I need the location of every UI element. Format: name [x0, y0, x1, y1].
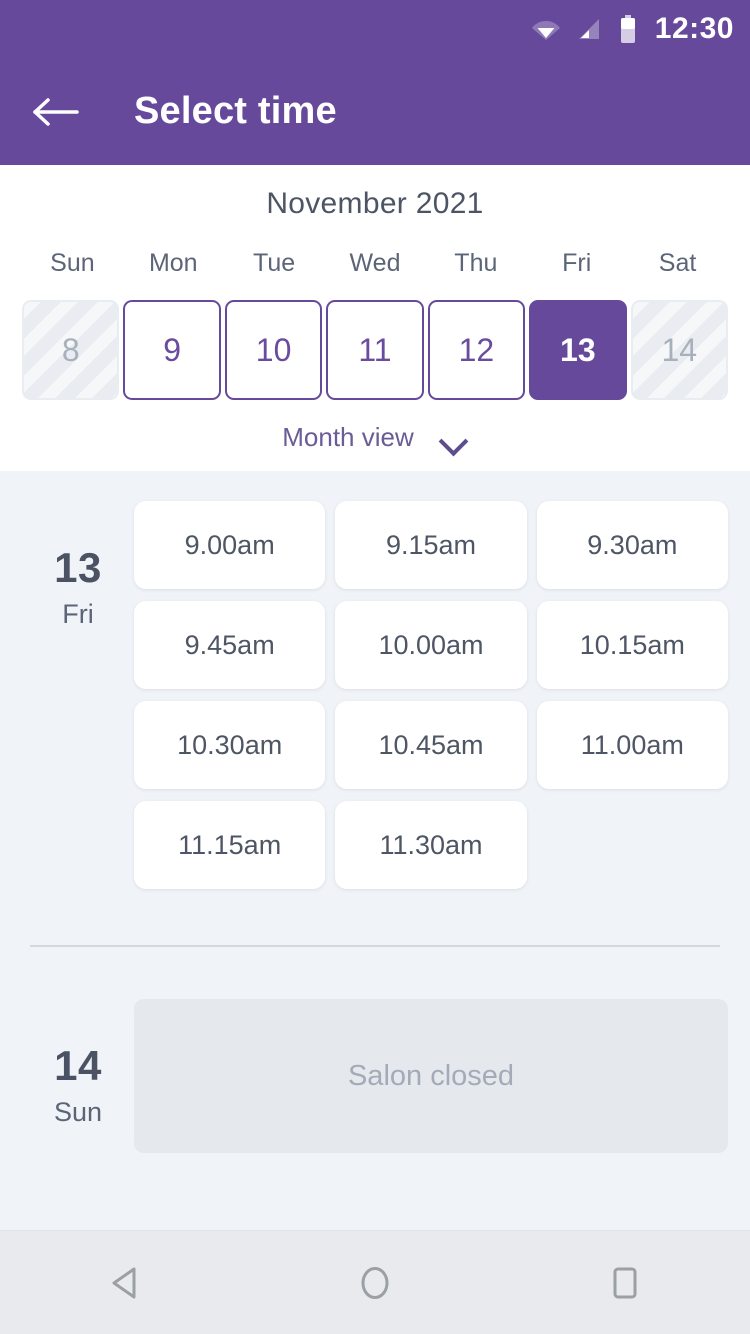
calendar-month-label: November 2021 — [266, 187, 484, 220]
app-bar: Select time — [0, 58, 750, 165]
section-divider — [30, 945, 720, 947]
weekday-label: Fri — [562, 249, 592, 277]
day-of-week: Fri — [62, 599, 94, 629]
nav-recents-square-icon[interactable] — [585, 1253, 665, 1313]
back-arrow-icon[interactable] — [30, 86, 82, 138]
day-section-14: 14 Sun Salon closed — [0, 999, 750, 1153]
month-view-label: Month view — [282, 422, 414, 452]
time-slot[interactable]: 9.00am — [134, 501, 326, 589]
salon-closed-panel: Salon closed — [134, 999, 728, 1153]
calendar-day-cell-selected[interactable]: 13 — [529, 300, 627, 400]
phone-screen: 12:30 Select time November 2021 Sun Mon … — [0, 0, 750, 1334]
time-slot[interactable]: 11.00am — [536, 701, 728, 789]
calendar-weekday-row: Sun Mon Tue Wed Thu Fri Sat — [0, 249, 750, 278]
time-slot[interactable]: 10.30am — [134, 701, 326, 789]
day-label: 14 Sun — [22, 999, 134, 1153]
weekday-label: Sun — [50, 249, 95, 277]
nav-back-triangle-icon[interactable] — [85, 1253, 165, 1313]
time-slot[interactable]: 11.15am — [134, 801, 326, 889]
calendar-day-cell: 8 — [22, 300, 120, 400]
battery-icon — [619, 15, 637, 43]
nav-home-circle-icon[interactable] — [335, 1253, 415, 1313]
status-bar-clock: 12:30 — [654, 12, 734, 45]
calendar-day-cell[interactable]: 11 — [326, 300, 424, 400]
time-slot[interactable]: 10.15am — [536, 601, 728, 689]
weekday-label: Wed — [349, 249, 401, 277]
calendar-strip: November 2021 Sun Mon Tue Wed Thu Fri Sa… — [0, 165, 750, 471]
time-slot[interactable]: 9.30am — [536, 501, 728, 589]
time-slot[interactable]: 9.15am — [335, 501, 527, 589]
wifi-icon — [531, 17, 561, 41]
day-label: 13 Fri — [22, 501, 134, 889]
time-slot-grid: 9.00am 9.15am 9.30am 9.45am 10.00am 10.1… — [134, 501, 728, 889]
calendar-day-cell[interactable]: 10 — [224, 300, 323, 400]
signal-icon — [577, 17, 603, 41]
calendar-day-cell: 14 — [630, 300, 728, 400]
calendar-date-row: 8 9 10 11 12 13 14 — [0, 300, 750, 400]
weekday-label: Sat — [658, 249, 697, 277]
time-slot[interactable]: 10.45am — [335, 701, 527, 789]
chevron-down-icon — [440, 430, 468, 446]
time-slot[interactable]: 11.30am — [335, 801, 527, 889]
day-section-13: 13 Fri 9.00am 9.15am 9.30am 9.45am 10.00… — [0, 501, 750, 889]
day-of-week: Sun — [53, 1097, 103, 1127]
status-bar-icons — [531, 15, 637, 43]
weekday-label: Tue — [253, 249, 296, 277]
month-view-toggle[interactable]: Month view — [0, 422, 750, 453]
time-slot[interactable]: 9.45am — [134, 601, 326, 689]
weekday-label: Thu — [454, 249, 498, 277]
page-title: Select time — [134, 90, 337, 132]
time-slot[interactable]: 10.00am — [335, 601, 527, 689]
status-bar: 12:30 — [0, 0, 750, 58]
weekday-label: Mon — [148, 249, 198, 277]
day-number: 14 — [54, 1042, 102, 1089]
calendar-day-cell[interactable]: 9 — [123, 300, 221, 400]
android-navigation-bar — [0, 1230, 750, 1334]
day-number: 13 — [54, 544, 102, 591]
schedule-content: 13 Fri 9.00am 9.15am 9.30am 9.45am 10.00… — [0, 471, 750, 1230]
calendar-day-cell[interactable]: 12 — [427, 300, 526, 400]
